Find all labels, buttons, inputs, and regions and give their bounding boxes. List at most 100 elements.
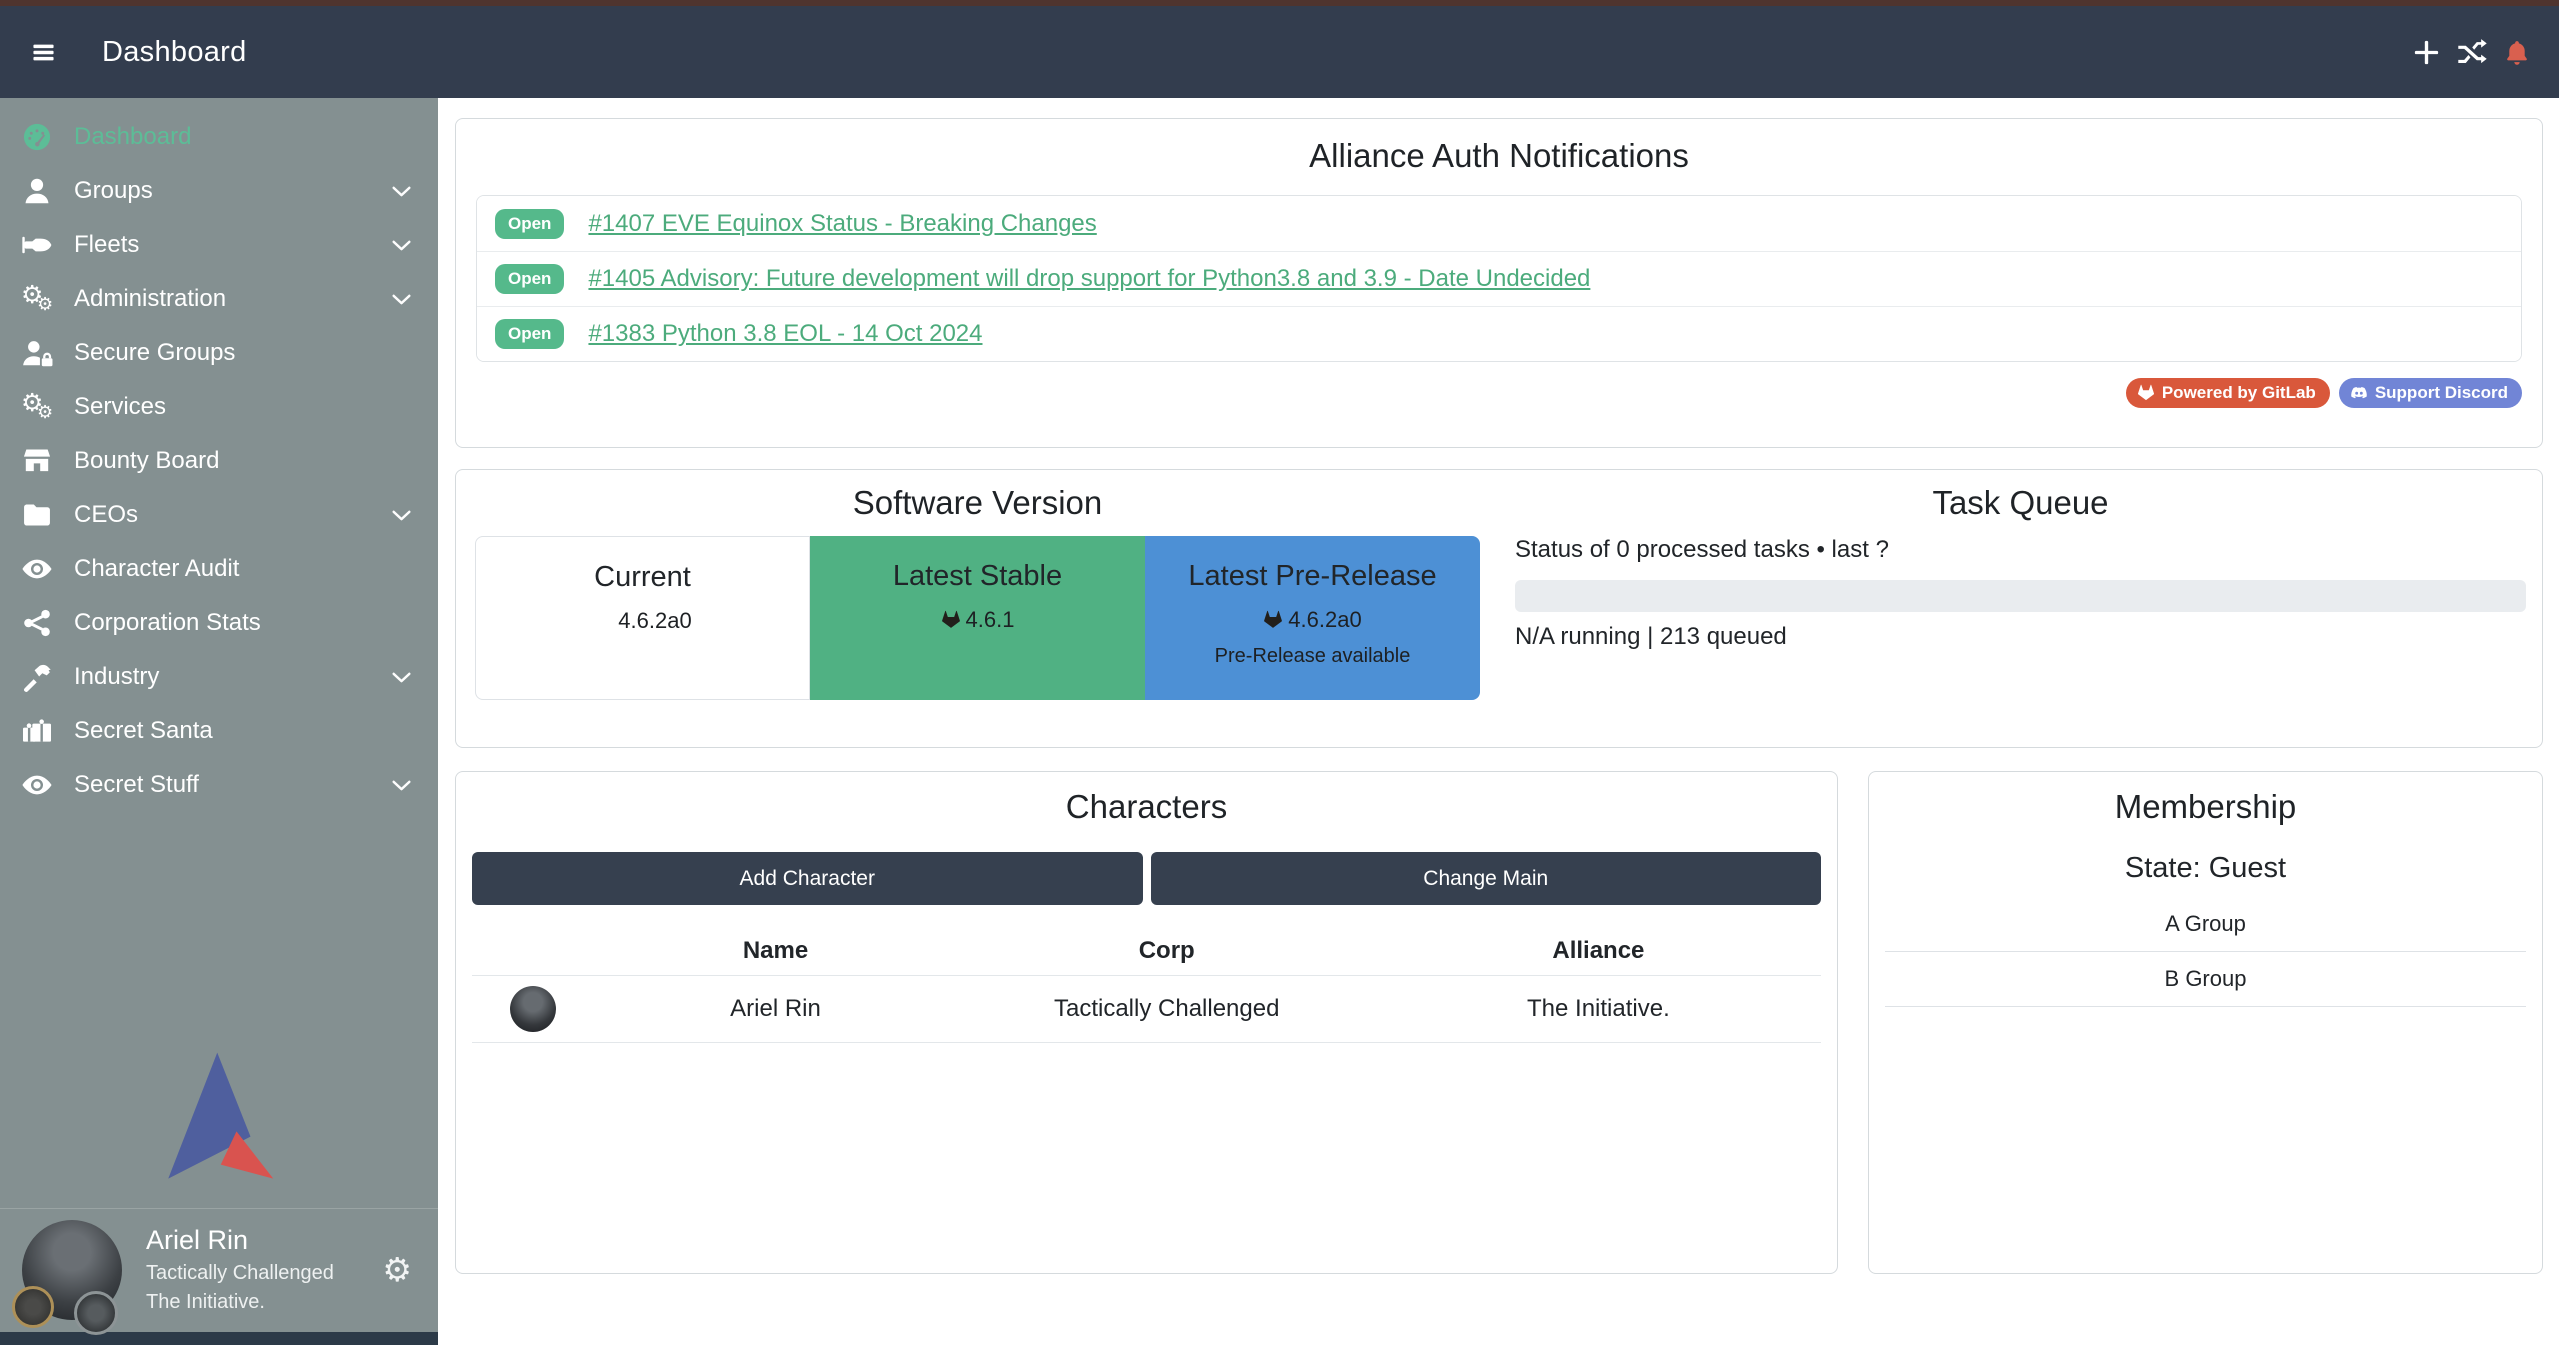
chevron-down-icon [389, 503, 414, 528]
add-character-button[interactable]: Add Character [472, 852, 1143, 905]
notifications-list: Open #1407 EVE Equinox Status - Breaking… [476, 195, 2522, 362]
sidebar-item-character-audit[interactable]: Character Audit [0, 542, 438, 596]
characters-card: Characters Add Character Change Main Nam… [455, 771, 1838, 1274]
sidebar-item-secret-santa[interactable]: Secret Santa [0, 704, 438, 758]
sidebar-item-bounty-board[interactable]: Bounty Board [0, 434, 438, 488]
task-queue-queue-line: N/A running | 213 queued [1515, 623, 2526, 651]
sidebar-item-secure-groups[interactable]: Secure Groups [0, 326, 438, 380]
alliance-logo-badge [74, 1291, 118, 1335]
task-queue-title: Task Queue [1515, 484, 2526, 522]
sidebar-item-fleets[interactable]: Fleets [0, 218, 438, 272]
task-queue-status-line: Status of 0 processed tasks • last ? [1515, 536, 2526, 564]
sidebar-item-groups[interactable]: Groups [0, 164, 438, 218]
sidebar-item-label: Administration [74, 285, 226, 313]
table-row: Ariel Rin Tactically Challenged The Init… [472, 975, 1821, 1043]
version-number: 4.6.2a0 [618, 608, 691, 634]
software-version-task-queue-card: Software Version Current 4.6.2a0 Latest … [455, 469, 2543, 748]
sidebar-item-label: Secret Santa [74, 717, 213, 745]
gitlab-icon [2137, 384, 2155, 402]
top-navbar: Dashboard [0, 6, 2559, 98]
sidebar-item-label: Secret Stuff [74, 771, 199, 799]
membership-title: Membership [1885, 788, 2526, 826]
version-number: 4.6.1 [966, 607, 1015, 633]
notification-link[interactable]: #1405 Advisory: Future development will … [588, 265, 1590, 293]
discord-icon [2350, 384, 2368, 402]
sidebar-item-industry[interactable]: Industry [0, 650, 438, 704]
sidebar-item-label: Groups [74, 177, 153, 205]
chevron-down-icon [389, 233, 414, 258]
software-version-title: Software Version [472, 484, 1483, 522]
user-alliance: The Initiative. [146, 1291, 334, 1314]
gitlab-badge-label: Powered by GitLab [2162, 383, 2316, 403]
folder-icon [20, 499, 54, 531]
status-badge: Open [495, 264, 564, 294]
user-lock-icon [20, 337, 54, 369]
version-number: 4.6.2a0 [1288, 607, 1361, 633]
notifications-title: Alliance Auth Notifications [476, 137, 2522, 175]
list-item: B Group [1885, 952, 2526, 1007]
gears-icon: ⚙⚙ [20, 391, 54, 423]
shuffle-icon[interactable] [2457, 37, 2488, 68]
eye-icon [20, 553, 54, 585]
notification-link[interactable]: #1383 Python 3.8 EOL - 14 Oct 2024 [588, 320, 982, 348]
characters-table-header: Name Corp Alliance [472, 927, 1821, 975]
characters-table: Name Corp Alliance Ariel Rin Tactically … [472, 927, 1821, 1043]
prerelease-note: Pre-Release available [1145, 645, 1480, 668]
version-table: Current 4.6.2a0 Latest Stable 4.6.1 [475, 536, 1480, 700]
powered-by-gitlab-badge[interactable]: Powered by GitLab [2126, 378, 2330, 408]
hammer-icon [20, 661, 54, 693]
gifts-icon [20, 715, 54, 747]
user-corp: Tactically Challenged [146, 1262, 334, 1285]
chevron-down-icon [389, 287, 414, 312]
sidebar: Dashboard Groups Fleets ⚙⚙ Administratio… [0, 98, 438, 1345]
share-nodes-icon [20, 607, 54, 639]
membership-card: Membership State: Guest A Group B Group [1868, 771, 2543, 1274]
corp-logo-badge [12, 1286, 54, 1328]
user-avatar [22, 1220, 122, 1320]
user-settings-gear-icon[interactable]: ⚙ [382, 1253, 412, 1286]
membership-groups-list: A Group B Group [1885, 897, 2526, 1007]
sidebar-item-label: Bounty Board [74, 447, 219, 475]
corp-column-header: Corp [958, 937, 1376, 965]
dashboard-gauge-icon [20, 121, 54, 153]
notification-row: Open #1383 Python 3.8 EOL - 14 Oct 2024 [477, 306, 2521, 361]
task-queue-section: Task Queue Status of 0 processed tasks •… [1499, 484, 2542, 733]
sidebar-item-services[interactable]: ⚙⚙ Services [0, 380, 438, 434]
sidebar-item-corporation-stats[interactable]: Corporation Stats [0, 596, 438, 650]
chevron-down-icon [389, 773, 414, 798]
user-info: Ariel Rin Tactically Challenged The Init… [146, 1225, 334, 1314]
eye-icon [20, 769, 54, 801]
character-row-avatar [510, 986, 556, 1032]
support-discord-badge[interactable]: Support Discord [2339, 378, 2522, 408]
notification-link[interactable]: #1407 EVE Equinox Status - Breaking Chan… [588, 210, 1096, 238]
sidebar-item-label: Dashboard [74, 123, 191, 151]
sidebar-item-label: Corporation Stats [74, 609, 261, 637]
gitlab-tag-icon [941, 610, 961, 630]
shop-icon [20, 445, 54, 477]
name-column-header: Name [593, 937, 957, 965]
sidebar-item-secret-stuff[interactable]: Secret Stuff [0, 758, 438, 812]
notifications-bell-icon[interactable] [2503, 37, 2531, 68]
sidebar-item-administration[interactable]: ⚙⚙ Administration [0, 272, 438, 326]
add-icon[interactable] [2411, 37, 2442, 68]
change-main-button[interactable]: Change Main [1151, 852, 1822, 905]
character-name-cell: Ariel Rin [593, 995, 957, 1023]
sidebar-item-ceos[interactable]: CEOs [0, 488, 438, 542]
chevron-down-icon [389, 665, 414, 690]
sidebar-item-label: Secure Groups [74, 339, 235, 367]
status-badge: Open [495, 319, 564, 349]
sidebar-item-dashboard[interactable]: Dashboard [0, 110, 438, 164]
list-item: A Group [1885, 897, 2526, 952]
sidebar-nav: Dashboard Groups Fleets ⚙⚙ Administratio… [0, 98, 438, 812]
version-cell-label: Current [476, 561, 809, 594]
alliance-column-header: Alliance [1376, 937, 1821, 965]
sidebar-footer-strip [0, 1332, 438, 1345]
sidebar-item-label: Character Audit [74, 555, 239, 583]
sidebar-item-label: CEOs [74, 501, 138, 529]
chevron-down-icon [389, 179, 414, 204]
menu-hamburger-icon[interactable] [30, 41, 57, 64]
software-version-section: Software Version Current 4.6.2a0 Latest … [456, 484, 1499, 733]
navbar-actions [2411, 37, 2531, 68]
user-name: Ariel Rin [146, 1225, 334, 1256]
membership-state: State: Guest [1885, 852, 2526, 885]
